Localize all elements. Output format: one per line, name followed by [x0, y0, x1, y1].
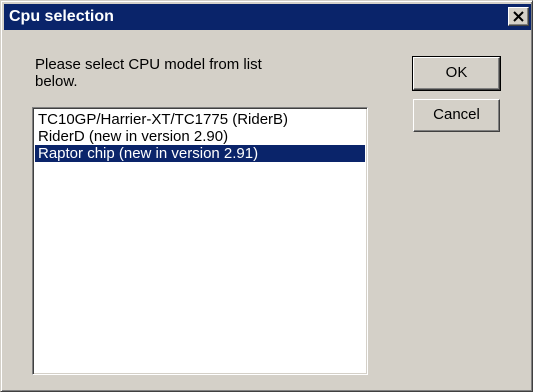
cpu-model-list[interactable]: TC10GP/Harrier-XT/TC1775 (RiderB) RiderD… — [32, 107, 368, 375]
window-title: Cpu selection — [9, 8, 114, 25]
close-icon — [513, 11, 524, 22]
list-item[interactable]: RiderD (new in version 2.90) — [35, 128, 365, 145]
close-button[interactable] — [508, 7, 529, 26]
cpu-selection-dialog: Cpu selection Please select CPU model fr… — [0, 0, 533, 392]
title-bar[interactable]: Cpu selection — [4, 4, 531, 30]
list-item[interactable]: TC10GP/Harrier-XT/TC1775 (RiderB) — [35, 111, 365, 128]
cancel-button[interactable]: Cancel — [413, 99, 500, 132]
instruction-text: Please select CPU model from list below. — [35, 56, 262, 90]
list-item-selected[interactable]: Raptor chip (new in version 2.91) — [35, 145, 365, 162]
ok-button[interactable]: OK — [412, 56, 501, 91]
